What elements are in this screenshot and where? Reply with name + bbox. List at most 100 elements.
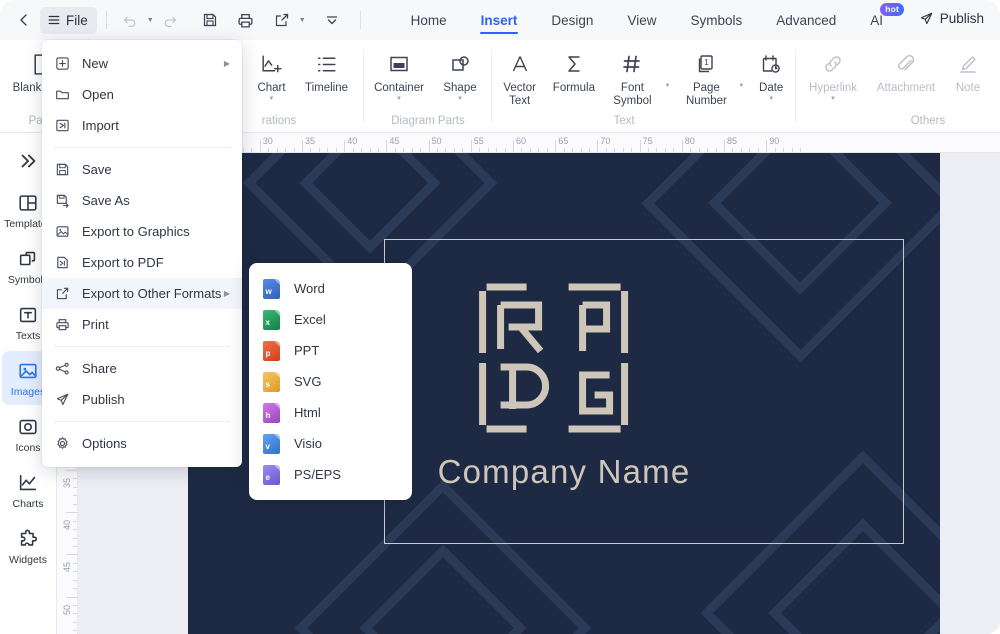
ruler-h-minor-tick — [411, 148, 413, 152]
submenu-item-svg[interactable]: s SVG — [249, 366, 412, 397]
menu-item-export-pdf[interactable]: Export to PDF — [42, 247, 242, 278]
redo-icon[interactable] — [156, 7, 184, 33]
menu-item-publish[interactable]: Publish — [42, 384, 242, 415]
submenu-item-excel-label: Excel — [294, 312, 326, 327]
menu-item-export-other-formats[interactable]: Export to Other Formats ▶ — [42, 278, 242, 309]
ruler-h-label: 65 — [558, 136, 569, 146]
ps-eps-file-icon: e — [263, 464, 280, 485]
ribbon-tabs: Home Insert Design View Symbols Advanced… — [394, 0, 905, 40]
container-button[interactable]: Container ▼ — [366, 45, 432, 103]
share-export-icon[interactable] — [268, 7, 296, 33]
save-disk-icon[interactable] — [196, 7, 224, 33]
submenu-item-ppt[interactable]: p PPT — [249, 335, 412, 366]
attachment-button[interactable]: Attachment — [868, 45, 944, 95]
menu-item-print[interactable]: Print — [42, 309, 242, 340]
ruler-h-tick — [344, 140, 346, 152]
timeline-button[interactable]: Timeline — [299, 45, 354, 95]
canvas-scrollbar[interactable] — [992, 153, 1000, 634]
ruler-h-minor-tick — [361, 148, 363, 152]
date-label: Date — [759, 82, 784, 94]
ruler-h-minor-tick — [242, 148, 244, 152]
open-folder-icon — [54, 87, 71, 102]
submenu-item-excel[interactable]: x Excel — [249, 304, 412, 335]
ruler-h-minor-tick — [631, 148, 633, 152]
container-chevron-down-icon[interactable]: ▼ — [396, 96, 402, 103]
menu-item-import[interactable]: Import — [42, 110, 242, 141]
tab-advanced[interactable]: Advanced — [759, 0, 853, 40]
tab-ai[interactable]: AI hot — [853, 0, 905, 40]
menu-item-save-as[interactable]: Save As — [42, 185, 242, 216]
toolbar-divider-1 — [105, 11, 107, 29]
tab-design[interactable]: Design — [534, 0, 610, 40]
ruler-v-minor-tick — [73, 571, 77, 573]
tab-symbols[interactable]: Symbols — [673, 0, 759, 40]
hyperlink-chevron-down-icon[interactable]: ▼ — [830, 96, 836, 103]
menu-item-publish-label: Publish — [82, 392, 125, 407]
formula-sigma-icon — [562, 49, 586, 79]
date-chevron-down-icon[interactable]: ▼ — [768, 96, 774, 103]
menu-item-options[interactable]: Options — [42, 428, 242, 459]
more-chevron-icon[interactable] — [318, 7, 346, 33]
logo-group[interactable]: Company Name — [438, 283, 691, 491]
vector-text-button[interactable]: Vector Text — [494, 45, 545, 107]
submenu-item-visio-label: Visio — [294, 436, 322, 451]
note-button[interactable]: Note — [944, 45, 992, 95]
submenu-item-ps-eps-label: PS/EPS — [294, 467, 341, 482]
file-menu-button[interactable]: File — [40, 6, 97, 34]
ruler-h-minor-tick — [648, 148, 650, 152]
sidebar-item-charts-label: Charts — [12, 498, 44, 510]
menu-item-open[interactable]: Open — [42, 79, 242, 110]
ruler-h-label: 70 — [600, 136, 611, 146]
ppt-file-icon: p — [263, 340, 280, 361]
date-button[interactable]: Date ▼ — [748, 45, 794, 103]
page-number-button[interactable]: 1 Page Number ▼ — [676, 45, 744, 107]
menu-item-save[interactable]: Save — [42, 154, 242, 185]
file-menu-label: File — [66, 12, 88, 28]
tab-symbols-label: Symbols — [690, 12, 743, 28]
ruler-v-minor-tick — [73, 520, 77, 522]
menu-item-export-graphics[interactable]: Export to Graphics — [42, 216, 242, 247]
submenu-item-visio[interactable]: v Visio — [249, 428, 412, 459]
submenu-item-html[interactable]: h Html — [249, 397, 412, 428]
tab-view[interactable]: View — [610, 0, 673, 40]
hyperlink-icon — [821, 49, 845, 79]
ruler-h-label: 85 — [727, 136, 738, 146]
sidebar-item-widgets[interactable]: Widgets — [2, 519, 54, 573]
share-nodes-icon — [54, 361, 71, 376]
share-chevron-down-icon[interactable]: ▼ — [299, 17, 306, 24]
formula-button[interactable]: Formula — [545, 45, 602, 95]
hyperlink-button[interactable]: Hyperlink ▼ — [798, 45, 868, 103]
shape-button[interactable]: Shape ▼ — [432, 45, 488, 103]
undo-icon[interactable] — [116, 7, 144, 33]
shape-chevron-down-icon[interactable]: ▼ — [457, 96, 463, 103]
submenu-item-word[interactable]: w Word — [249, 273, 412, 304]
page-number-chevron-down-icon[interactable]: ▼ — [738, 83, 744, 89]
date-clock-icon — [759, 49, 783, 79]
ruler-v-tick — [66, 596, 77, 598]
back-chevron-icon[interactable] — [10, 7, 38, 33]
tab-insert[interactable]: Insert — [464, 0, 535, 40]
paperclip-icon — [894, 49, 918, 79]
font-symbol-chevron-down-icon[interactable]: ▼ — [664, 83, 670, 89]
hot-badge: hot — [880, 3, 905, 16]
quick-access-tools: File ▼ ▼ — [0, 0, 368, 40]
import-arrow-icon — [54, 118, 71, 133]
menu-item-share[interactable]: Share — [42, 353, 242, 384]
sidebar-item-charts[interactable]: Charts — [2, 463, 54, 517]
new-plus-icon — [54, 56, 71, 71]
chart-button[interactable]: Chart ▼ — [244, 45, 299, 103]
chart-chevron-down-icon[interactable]: ▼ — [269, 96, 275, 103]
font-symbol-button[interactable]: Font Symbol ▼ — [602, 45, 670, 107]
menu-item-save-as-label: Save As — [82, 193, 130, 208]
menu-item-new[interactable]: New ▶ — [42, 48, 242, 79]
submenu-item-ps-eps[interactable]: e PS/EPS — [249, 459, 412, 490]
undo-chevron-down-icon[interactable]: ▼ — [147, 17, 154, 24]
publish-button[interactable]: Publish — [919, 11, 984, 26]
print-icon[interactable] — [232, 7, 260, 33]
menu-item-export-graphics-label: Export to Graphics — [82, 224, 190, 239]
company-name-text[interactable]: Company Name — [438, 453, 691, 491]
ruler-h-minor-tick — [622, 148, 624, 152]
ruler-h-minor-tick — [276, 148, 278, 152]
tab-home[interactable]: Home — [394, 0, 464, 40]
ruler-h-minor-tick — [757, 148, 759, 152]
